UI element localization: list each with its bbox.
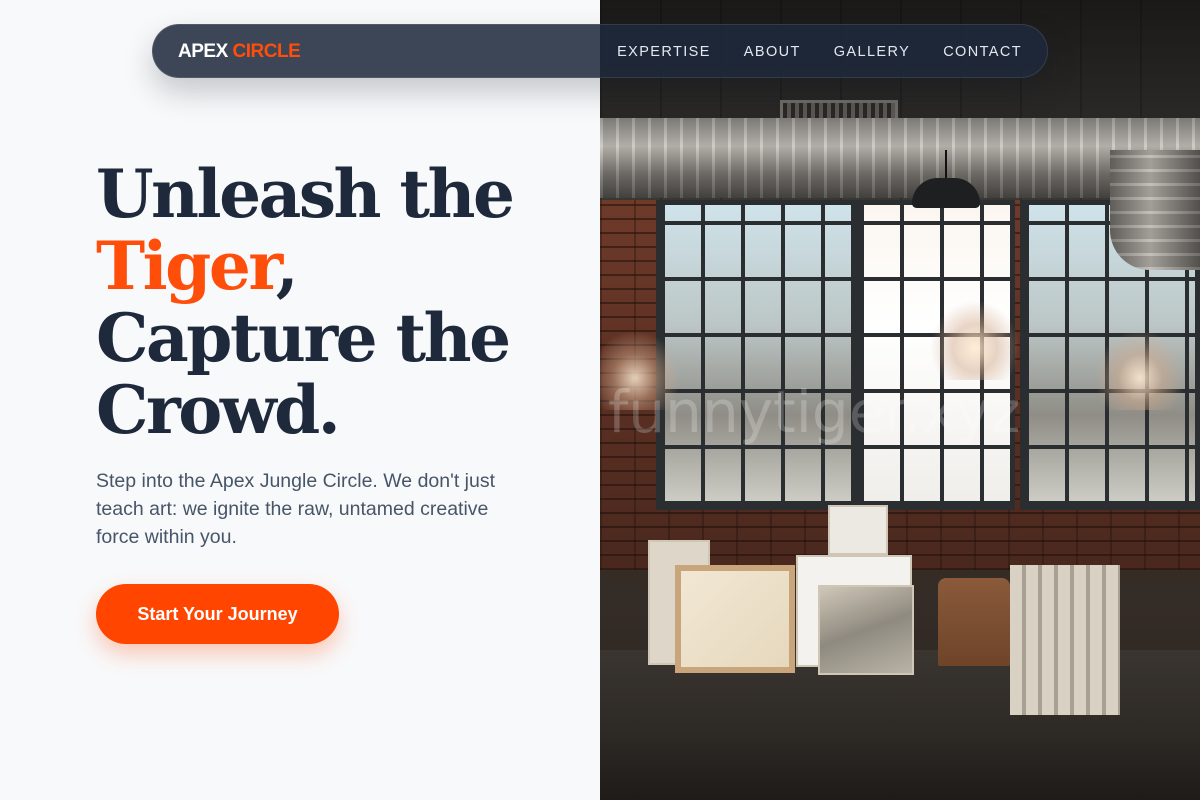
- nav-item-expertise: EXPERTISE: [617, 43, 711, 61]
- nav-link-gallery[interactable]: GALLERY: [834, 44, 910, 60]
- canvas-stack: [1010, 565, 1120, 715]
- nav-link-about[interactable]: ABOUT: [744, 44, 801, 60]
- canvas-stack: [828, 505, 888, 555]
- brand-logo[interactable]: APEX CIRCLE: [178, 25, 301, 79]
- headline-line-3: Capture the: [96, 299, 511, 377]
- headline-accent-word: Tiger: [96, 227, 278, 305]
- canvas-frame-back: [675, 565, 795, 673]
- chandelier-icon: [930, 300, 1020, 380]
- lamp-cord: [945, 150, 947, 180]
- image-watermark: funnytiger.xyz: [608, 378, 1021, 446]
- nav-item-about: ABOUT: [744, 43, 801, 61]
- armchair: [938, 578, 1010, 666]
- headline-line-2: Tiger,: [96, 230, 512, 302]
- studio-photo: funnytiger.xyz: [600, 0, 1200, 800]
- painted-canvas: [818, 585, 914, 675]
- start-journey-button[interactable]: Start Your Journey: [96, 584, 339, 644]
- nav-link-expertise[interactable]: EXPERTISE: [617, 44, 711, 60]
- lamp-shade: [912, 178, 980, 208]
- pendant-lamp-icon: [912, 150, 980, 210]
- headline-line-4: Crowd.: [96, 371, 341, 449]
- nav-link-contact[interactable]: CONTACT: [943, 44, 1022, 60]
- nav-item-gallery: GALLERY: [834, 43, 910, 61]
- brand-accent: CIRCLE: [232, 41, 301, 62]
- headline-line-1: Unleash the: [96, 155, 515, 233]
- brand-primary: APEX: [178, 41, 228, 62]
- headline-comma: ,: [275, 227, 299, 305]
- photo-window-left: [656, 200, 856, 510]
- photo-air-duct-bend: [1110, 150, 1200, 270]
- nav-links: EXPERTISE ABOUT GALLERY CONTACT: [617, 25, 1022, 79]
- chandelier-icon: [1095, 330, 1185, 410]
- hero-headline: Unleash the Tiger, Capture the Crowd.: [96, 155, 515, 449]
- nav-item-contact: CONTACT: [943, 43, 1022, 61]
- hero-description: Step into the Apex Jungle Circle. We don…: [96, 470, 496, 548]
- top-navbar: APEX CIRCLE EXPERTISE ABOUT GALLERY CONT…: [152, 24, 1048, 78]
- page: Unleash the Tiger, Capture the Crowd. St…: [0, 0, 1200, 800]
- hero-left-panel: Unleash the Tiger, Capture the Crowd. St…: [0, 0, 600, 800]
